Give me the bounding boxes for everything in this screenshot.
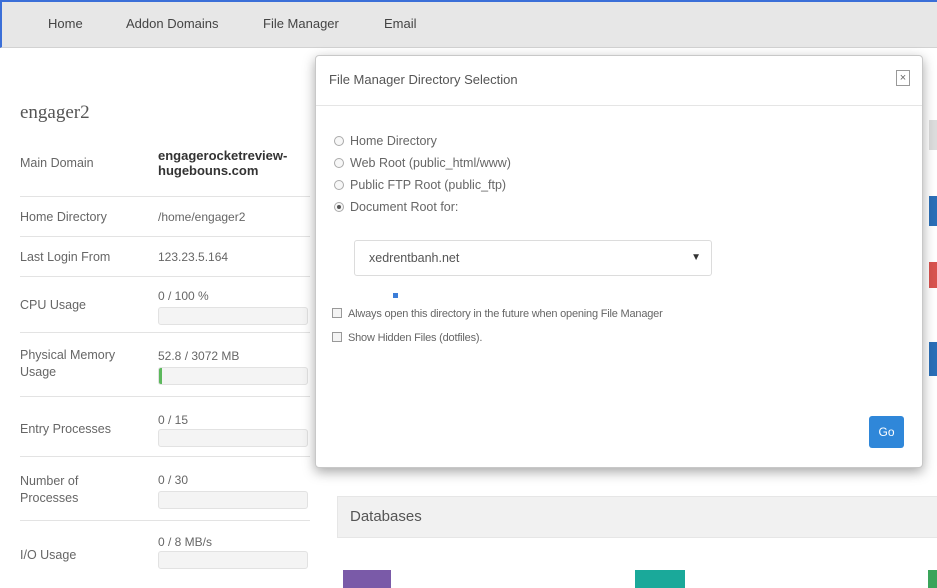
go-button[interactable]: Go — [869, 416, 904, 448]
stat-value: engagerocketreview-hugebouns.com — [158, 148, 288, 178]
stat-label: CPU Usage — [20, 298, 86, 312]
dialog-header: File Manager Directory Selection × — [316, 56, 922, 106]
domain-select-value: xedrentbanh.net — [369, 251, 460, 265]
stat-label: Number of Processes — [20, 474, 79, 505]
nav-file-manager[interactable]: File Manager — [263, 16, 339, 31]
radio-icon[interactable] — [334, 158, 344, 168]
nav-email[interactable]: Email — [384, 16, 417, 31]
nav-addon-domains[interactable]: Addon Domains — [126, 16, 219, 31]
databases-title: Databases — [350, 508, 422, 525]
partial-widget[interactable] — [929, 196, 937, 226]
memory-usage-bar — [158, 367, 308, 385]
stat-row-last-login: Last Login From 123.23.5.164 — [20, 236, 310, 276]
dialog-title: File Manager Directory Selection — [329, 72, 518, 87]
stat-value: 0 / 15 — [158, 413, 189, 427]
database-tool-icon[interactable] — [343, 570, 391, 588]
text-cursor-marker — [393, 293, 398, 298]
radio-public-ftp-root[interactable]: Public FTP Root (public_ftp) — [334, 178, 506, 196]
checkbox-label: Show Hidden Files (dotfiles). — [348, 332, 483, 344]
processes-bar — [158, 491, 308, 509]
cpu-usage-bar — [158, 307, 308, 325]
top-nav: Home Addon Domains File Manager Email — [0, 0, 937, 48]
stat-value: 0 / 8 MB/s — [158, 535, 213, 549]
checkbox-label: Always open this directory in the future… — [348, 308, 663, 320]
stat-label: Last Login From — [20, 250, 111, 264]
partial-widget[interactable] — [929, 342, 937, 376]
checkbox-always-open[interactable]: Always open this directory in the future… — [332, 308, 663, 324]
radio-icon[interactable] — [334, 136, 344, 146]
checkbox-icon[interactable] — [332, 332, 342, 342]
directory-selection-dialog: File Manager Directory Selection × Home … — [315, 55, 923, 468]
caret-down-icon: ▼ — [691, 252, 701, 263]
stat-row-entry-processes: Entry Processes 0 / 15 — [20, 396, 310, 456]
stat-label: Home Directory — [20, 210, 107, 224]
domain-select[interactable]: xedrentbanh.net ▼ — [354, 240, 712, 276]
partial-widget[interactable] — [929, 120, 937, 150]
radio-home-directory[interactable]: Home Directory — [334, 134, 437, 152]
account-name: engager2 — [20, 102, 90, 123]
stat-value: 0 / 30 — [158, 473, 189, 487]
stat-label: Main Domain — [20, 156, 94, 170]
stat-row-io-usage: I/O Usage 0 / 8 MB/s — [20, 520, 310, 580]
io-usage-bar — [158, 551, 308, 569]
radio-document-root[interactable]: Document Root for: — [334, 200, 458, 218]
databases-panel-header[interactable]: Databases — [337, 496, 937, 538]
stat-label: Physical Memory Usage — [20, 348, 116, 379]
stat-value: 0 / 100 % — [158, 289, 209, 303]
partial-widget[interactable] — [929, 262, 937, 288]
stat-label: Entry Processes — [20, 422, 112, 436]
stat-value: /home/engager2 — [158, 210, 246, 224]
account-stats-panel: engager2 Main Domain engagerocketreview-… — [16, 48, 312, 588]
stat-row-physical-memory: Physical Memory Usage 52.8 / 3072 MB — [20, 332, 310, 396]
radio-label: Document Root for: — [350, 200, 459, 214]
stat-row-main-domain: Main Domain engagerocketreview-hugebouns… — [20, 138, 310, 196]
radio-label: Public FTP Root (public_ftp) — [350, 178, 507, 192]
radio-icon-selected[interactable] — [334, 202, 344, 212]
entry-processes-bar — [158, 429, 308, 447]
checkbox-icon[interactable] — [332, 308, 342, 318]
stat-label: I/O Usage — [20, 548, 77, 562]
radio-label: Web Root (public_html/www) — [350, 156, 511, 170]
nav-home[interactable]: Home — [48, 16, 83, 31]
radio-label: Home Directory — [350, 134, 437, 148]
radio-web-root[interactable]: Web Root (public_html/www) — [334, 156, 511, 174]
radio-icon[interactable] — [334, 180, 344, 190]
close-button[interactable]: × — [896, 70, 910, 86]
database-tool-icon[interactable] — [635, 570, 685, 588]
stat-row-cpu-usage: CPU Usage 0 / 100 % — [20, 276, 310, 332]
stat-row-home-directory: Home Directory /home/engager2 — [20, 196, 310, 236]
checkbox-show-hidden[interactable]: Show Hidden Files (dotfiles). — [332, 332, 482, 348]
database-tool-icon[interactable] — [928, 570, 937, 588]
stat-row-number-of-processes: Number of Processes 0 / 30 — [20, 456, 310, 520]
stat-value: 123.23.5.164 — [158, 250, 229, 264]
stat-value: 52.8 / 3072 MB — [158, 349, 240, 363]
